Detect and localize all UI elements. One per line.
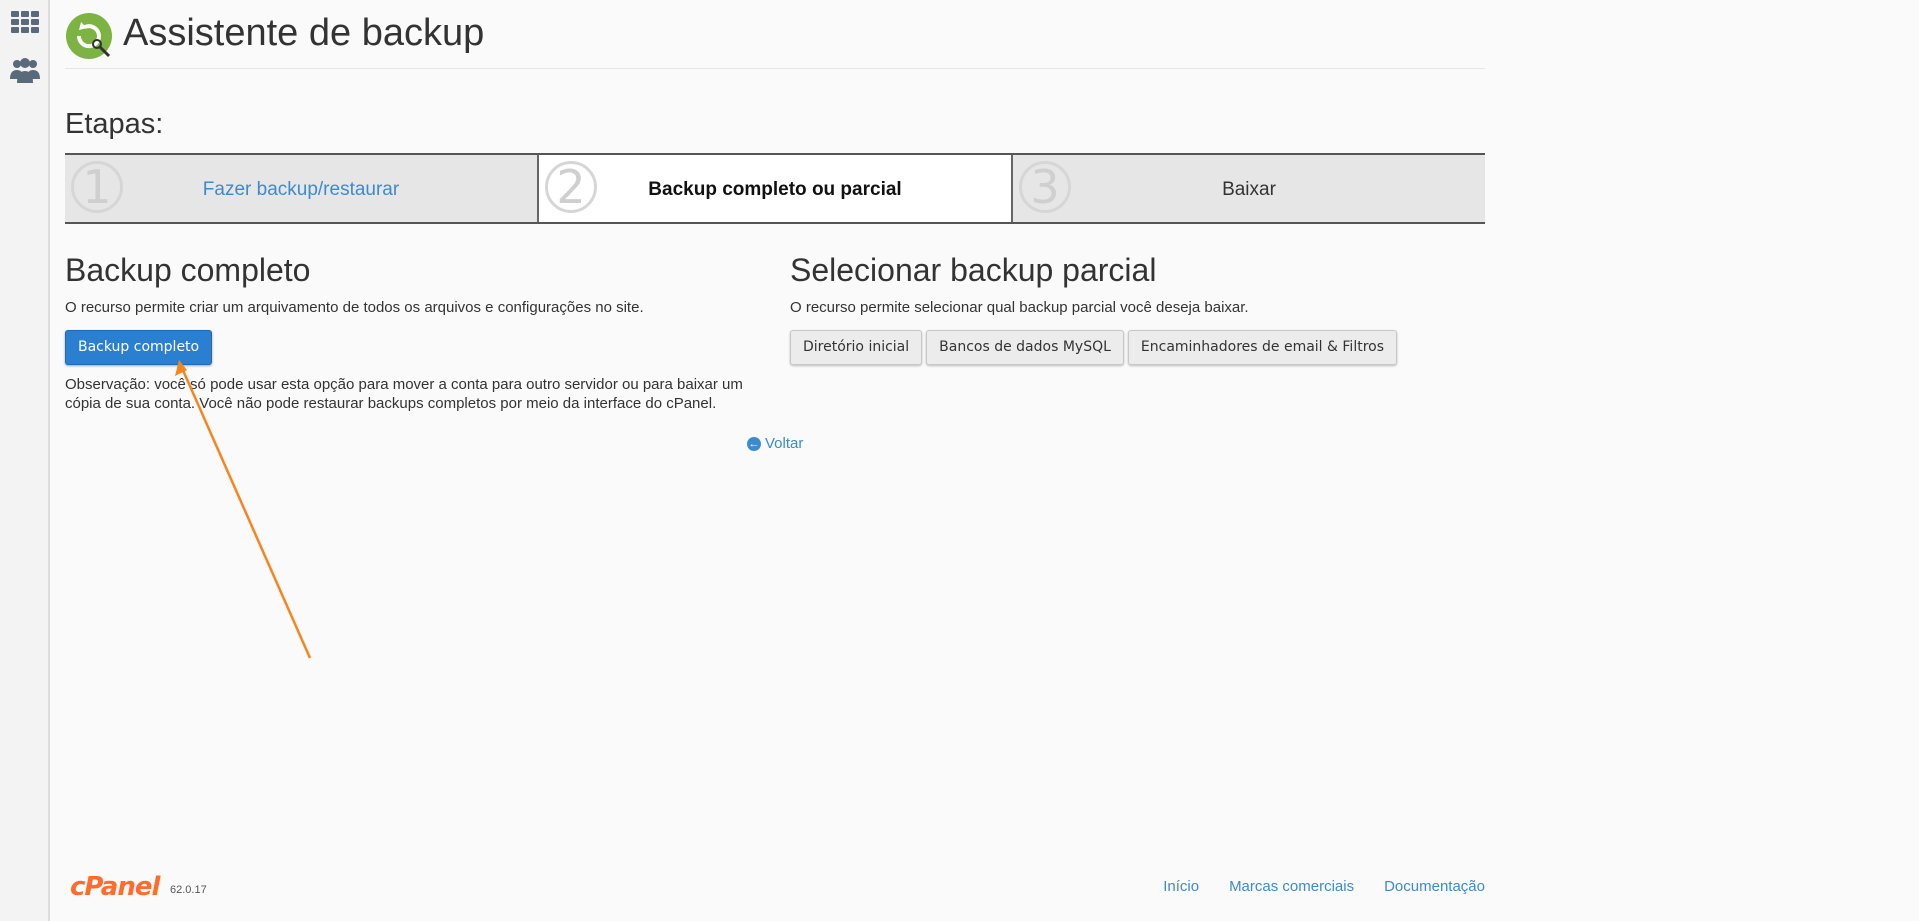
partial-backup-title: Selecionar backup parcial <box>790 252 1157 288</box>
back-link[interactable]: ← Voltar <box>747 435 803 452</box>
step-label-full-or-partial: Backup completo ou parcial <box>648 179 902 200</box>
mysql-databases-button[interactable]: Bancos de dados MySQL <box>926 330 1124 365</box>
users-icon[interactable] <box>10 56 40 84</box>
footer: cPanel 62.0.17 Início Marcas comerciais … <box>65 872 1485 902</box>
partial-backup-section: Selecionar backup parcial O recurso perm… <box>790 250 1490 365</box>
partial-backup-description: O recurso permite selecionar qual backup… <box>790 299 1249 316</box>
full-backup-description: O recurso permite criar um arquivamento … <box>65 299 644 316</box>
version-number: 62.0.17 <box>170 884 207 896</box>
step-label-download: Baixar <box>1222 179 1276 200</box>
email-forwarders-filters-button[interactable]: Encaminhadores de email & Filtros <box>1127 330 1397 365</box>
step-3: 3 Baixar <box>1011 155 1485 222</box>
backup-wizard-icon <box>65 12 115 62</box>
back-link-label: Voltar <box>765 435 804 452</box>
page-title: Assistente de backup <box>123 12 485 54</box>
home-directory-button[interactable]: Diretório inicial <box>790 330 923 365</box>
footer-links: Início Marcas comerciais Documentação <box>1163 878 1485 895</box>
full-backup-section: Backup completo O recurso permite criar … <box>65 250 755 413</box>
wizard-steps: 1 Fazer backup/restaurar 2 Backup comple… <box>65 153 1485 224</box>
footer-link-trademarks[interactable]: Marcas comerciais <box>1229 878 1354 895</box>
full-backup-button[interactable]: Backup completo <box>65 330 213 365</box>
steps-heading: Etapas: <box>65 108 164 140</box>
sidebar <box>0 0 50 921</box>
step-2: 2 Backup completo ou parcial <box>537 155 1011 222</box>
footer-link-home[interactable]: Início <box>1163 878 1199 895</box>
arrow-left-circle-icon: ← <box>747 436 761 451</box>
page-header: Assistente de backup <box>65 10 1485 69</box>
full-backup-title: Backup completo <box>65 252 311 288</box>
main-content: Assistente de backup Etapas: 1 Fazer bac… <box>65 0 1485 921</box>
partial-backup-buttons: Diretório inicial Bancos de dados MySQL … <box>790 330 1490 365</box>
apps-grid-icon[interactable] <box>10 8 40 36</box>
step-1[interactable]: 1 Fazer backup/restaurar <box>65 155 537 222</box>
footer-link-documentation[interactable]: Documentação <box>1384 878 1485 895</box>
full-backup-note: Observação: você só pode usar esta opção… <box>65 376 743 412</box>
cpanel-logo[interactable]: cPanel <box>70 872 160 902</box>
step-label-backup-restore[interactable]: Fazer backup/restaurar <box>65 179 537 201</box>
